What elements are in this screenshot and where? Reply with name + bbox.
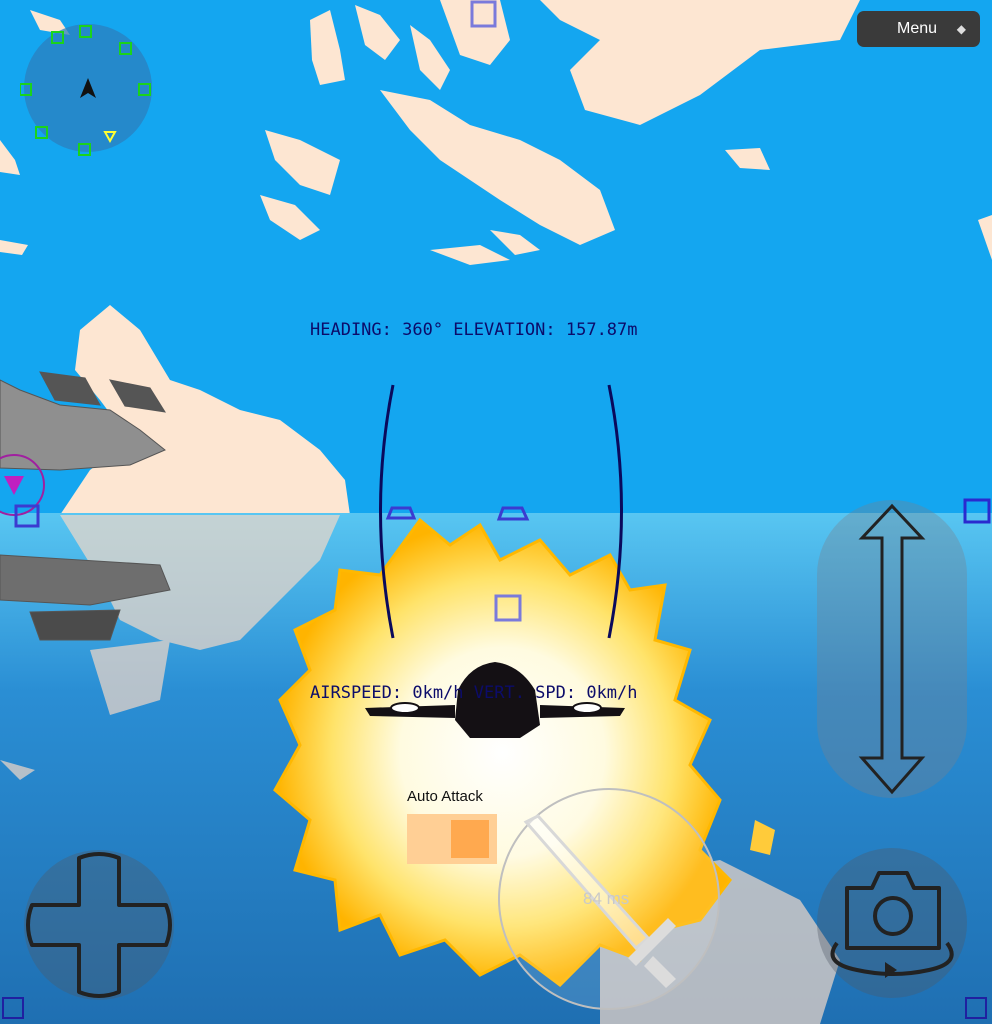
compass-radar-icon bbox=[20, 24, 152, 156]
camera-rotate-icon bbox=[830, 871, 954, 978]
camera-rotate-button[interactable] bbox=[817, 848, 967, 998]
menu-label: Menu bbox=[897, 20, 938, 37]
toggle-knob bbox=[451, 820, 489, 858]
latency-readout: 84 ms bbox=[583, 889, 630, 908]
menu-button[interactable]: Menu ◆ bbox=[857, 11, 980, 47]
auto-attack-toggle[interactable] bbox=[407, 814, 497, 864]
auto-attack-label: Auto Attack bbox=[407, 788, 483, 805]
dpad-icon bbox=[26, 852, 172, 998]
hud-airspeed: AIRSPEED: 0km/h VERT. SPD: 0km/h bbox=[310, 683, 638, 703]
chevron-updown-icon: ◆ bbox=[956, 22, 966, 36]
dpad-control[interactable] bbox=[24, 850, 174, 1000]
edge-marker-bottom-right bbox=[965, 997, 987, 1019]
altitude-slider[interactable] bbox=[817, 500, 967, 798]
hud-heading-elevation: HEADING: 360° ELEVATION: 157.87m bbox=[310, 320, 638, 340]
vertical-arrow-icon bbox=[858, 503, 926, 795]
edge-marker-bottom-left bbox=[2, 997, 24, 1019]
